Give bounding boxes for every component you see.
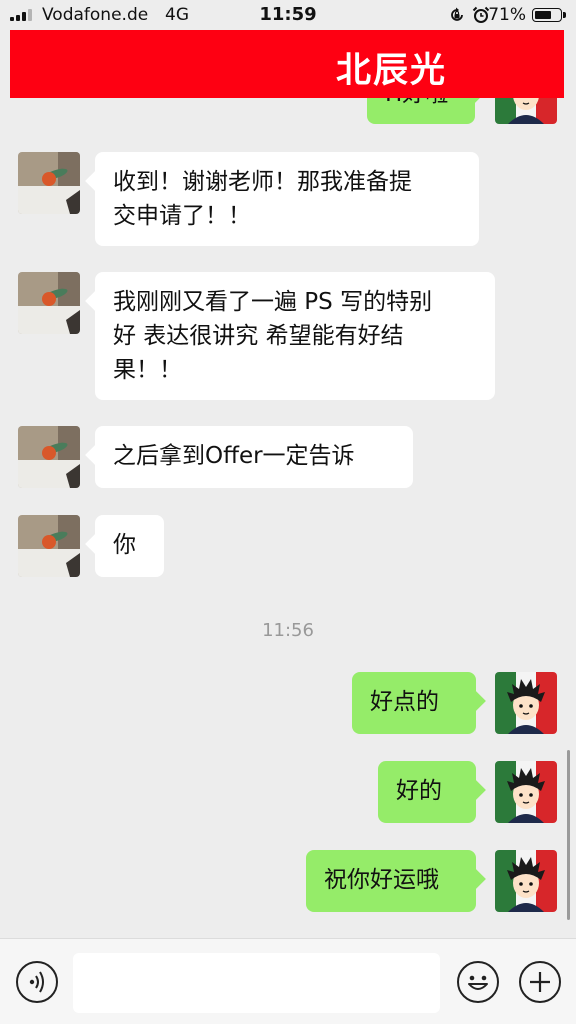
contact-avatar[interactable] [18,426,80,488]
chat-bubble-incoming[interactable]: 收到！谢谢老师！那我准备提 交申请了！！ [95,152,479,246]
chat-bubble-outgoing[interactable]: H好啦 [367,98,475,124]
message-line: 我刚刚又看了一遍 PS 写的特别 [113,289,433,315]
chat-bubble-outgoing[interactable]: 好的 [378,761,476,823]
message-text: 好点的 [370,689,439,715]
message-line: 收到！谢谢老师！那我准备提 [113,169,412,195]
chat-timestamp: 11:56 [262,620,314,641]
emoji-button[interactable] [457,961,499,1003]
self-avatar[interactable] [495,850,557,912]
orientation-lock-icon [451,7,463,21]
message-line: 你 [113,532,136,558]
scroll-indicator[interactable] [567,750,570,920]
status-bar: Vodafone.de 4G 11:59 71% [0,0,576,30]
plus-icon [530,972,550,992]
message-text: 好的 [396,778,442,804]
chat-bubble-incoming[interactable]: 我刚刚又看了一遍 PS 写的特别 好 表达很讲究 希望能有好结 果！！ [95,272,495,400]
apple-photo-icon [18,272,80,334]
voice-button[interactable] [16,961,58,1003]
message-line: 好 表达很讲究 希望能有好结 [113,323,404,349]
battery-icon [532,8,566,22]
chat-bubble-incoming[interactable]: 你 [95,515,164,577]
chat-bubble-incoming[interactable]: 之后拿到Offer一定告诉 [95,426,413,488]
message-line: 交申请了！！ [113,203,251,229]
message-line: 之后拿到Offer一定告诉 [113,443,355,469]
emoji-icon [468,975,488,990]
boy-avatar-icon [495,761,557,823]
message-line: 果！！ [113,357,182,383]
banner-title: 北辰光 [336,50,448,91]
message-text: H好啦 [385,98,448,107]
contact-avatar[interactable] [18,272,80,334]
chat-bubble-outgoing[interactable]: 祝你好运哦 [306,850,476,912]
contact-avatar[interactable] [18,515,80,577]
apple-photo-icon [18,426,80,488]
input-bar [0,938,576,1024]
message-text: 祝你好运哦 [324,867,439,893]
boy-avatar-icon [495,672,557,734]
self-avatar[interactable] [495,98,557,124]
voice-icon [29,971,44,993]
boy-avatar-icon [495,850,557,912]
chat-area[interactable]: H好啦 收到！谢谢老师！那我准备提 交申请了！！ [0,98,576,938]
apple-photo-icon [18,515,80,577]
battery-level [535,11,552,19]
title-banner: 北辰光 [10,30,564,98]
contact-avatar[interactable] [18,152,80,214]
battery-percent: 71% [488,5,526,25]
more-button[interactable] [519,961,561,1003]
self-avatar[interactable] [495,672,557,734]
message-input[interactable] [73,953,440,1013]
chat-bubble-outgoing[interactable]: 好点的 [352,672,476,734]
apple-photo-icon [18,152,80,214]
boy-avatar-icon [495,98,557,124]
self-avatar[interactable] [495,761,557,823]
